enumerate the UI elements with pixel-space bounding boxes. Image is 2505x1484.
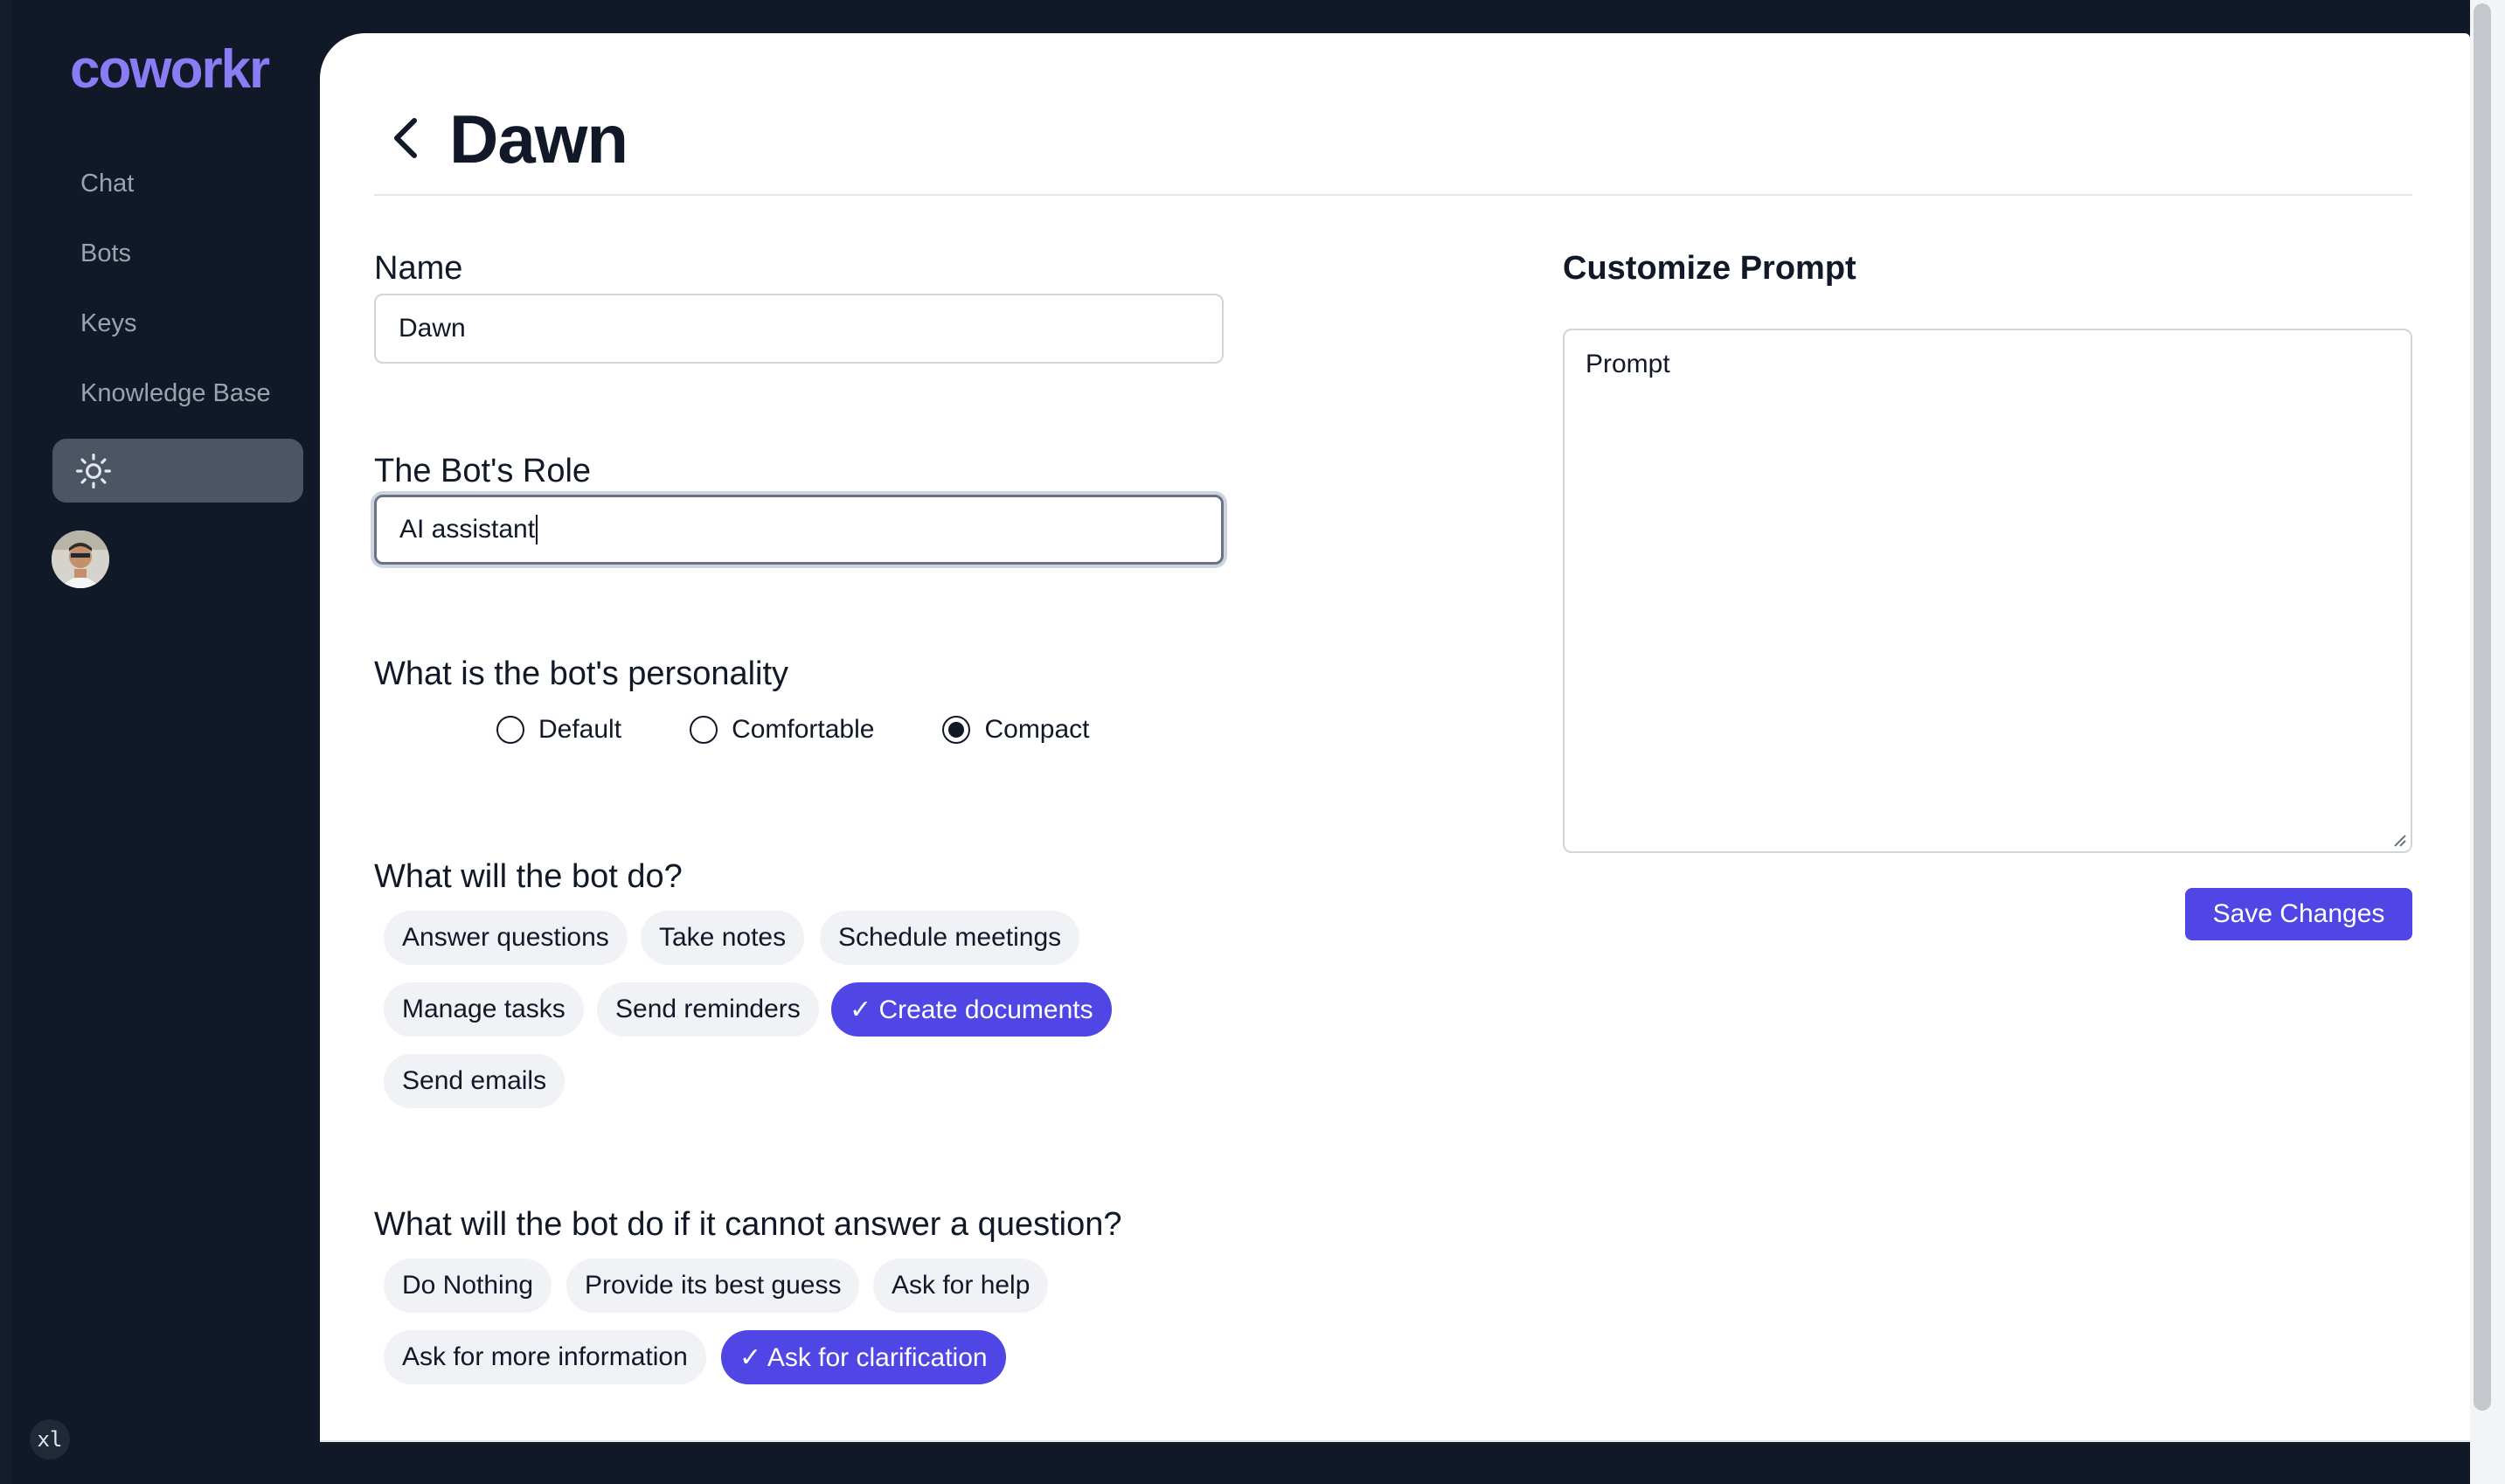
chip-send-reminders[interactable]: Send reminders bbox=[597, 982, 819, 1037]
sun-icon bbox=[76, 453, 111, 489]
prompt-placeholder: Prompt bbox=[1586, 350, 1670, 378]
text-caret bbox=[536, 515, 538, 544]
radio-dot bbox=[948, 722, 965, 738]
radio-comfortable[interactable]: Comfortable bbox=[690, 715, 874, 745]
name-input[interactable]: Dawn bbox=[374, 294, 1224, 364]
sidebar-item-chat[interactable]: Chat bbox=[80, 170, 134, 198]
chip-best-guess[interactable]: Provide its best guess bbox=[566, 1259, 860, 1313]
role-label: The Bot's Role bbox=[374, 453, 592, 489]
name-input-value: Dawn bbox=[399, 314, 466, 343]
chip-create-documents[interactable]: ✓ Create documents bbox=[831, 982, 1112, 1037]
chevron-left-icon[interactable] bbox=[386, 112, 425, 164]
customize-prompt-label: Customize Prompt bbox=[1563, 250, 1856, 287]
radio-circle[interactable] bbox=[690, 716, 718, 744]
user-avatar[interactable] bbox=[52, 530, 109, 588]
page-title: Dawn bbox=[449, 101, 628, 177]
theme-toggle-button[interactable] bbox=[52, 439, 303, 503]
resize-grip-icon[interactable] bbox=[2390, 830, 2407, 848]
radio-label: Default bbox=[538, 715, 622, 744]
chip-answer-questions[interactable]: Answer questions bbox=[384, 911, 628, 965]
radio-label: Comfortable bbox=[732, 715, 875, 744]
chip-take-notes[interactable]: Take notes bbox=[641, 911, 805, 965]
name-label: Name bbox=[374, 250, 463, 287]
breakpoint-badge: xl bbox=[30, 1419, 70, 1460]
bottom-divider bbox=[320, 1440, 2470, 1442]
prompt-textarea[interactable]: Prompt bbox=[1563, 329, 2412, 853]
role-input-value: AI assistant bbox=[399, 515, 536, 544]
sidebar-item-keys[interactable]: Keys bbox=[80, 309, 136, 338]
avatar-image bbox=[52, 530, 109, 588]
fallback-label: What will the bot do if it cannot answer… bbox=[374, 1206, 1122, 1243]
radio-circle-checked[interactable] bbox=[942, 716, 971, 744]
role-input[interactable]: AI assistant bbox=[374, 495, 1224, 565]
radio-default[interactable]: Default bbox=[496, 715, 621, 745]
chip-ask-more-information[interactable]: Ask for more information bbox=[384, 1330, 706, 1384]
app-logo[interactable]: coworkr bbox=[70, 38, 270, 101]
scrollbar-thumb[interactable] bbox=[2474, 3, 2491, 1411]
chip-manage-tasks[interactable]: Manage tasks bbox=[384, 982, 584, 1037]
chip-do-nothing[interactable]: Do Nothing bbox=[384, 1259, 552, 1313]
radio-compact[interactable]: Compact bbox=[942, 715, 1090, 745]
chip-schedule-meetings[interactable]: Schedule meetings bbox=[820, 911, 1080, 965]
chip-ask-clarification[interactable]: ✓ Ask for clarification bbox=[721, 1330, 1006, 1384]
personality-label: What is the bot's personality bbox=[374, 655, 789, 692]
tasks-label: What will the bot do? bbox=[374, 858, 683, 895]
radio-circle[interactable] bbox=[496, 716, 524, 744]
sidebar-item-knowledge-base[interactable]: Knowledge Base bbox=[80, 379, 271, 408]
chip-send-emails[interactable]: Send emails bbox=[384, 1054, 566, 1108]
chip-ask-for-help[interactable]: Ask for help bbox=[873, 1259, 1049, 1313]
personality-radio-group: Default Comfortable Compact bbox=[496, 715, 1158, 745]
sidebar: coworkr Chat Bots Keys Knowledge Base xl bbox=[0, 0, 320, 1484]
radio-label: Compact bbox=[984, 715, 1090, 744]
header-divider bbox=[374, 194, 2412, 196]
sidebar-item-bots[interactable]: Bots bbox=[80, 239, 131, 268]
save-changes-button[interactable]: Save Changes bbox=[2185, 888, 2412, 940]
